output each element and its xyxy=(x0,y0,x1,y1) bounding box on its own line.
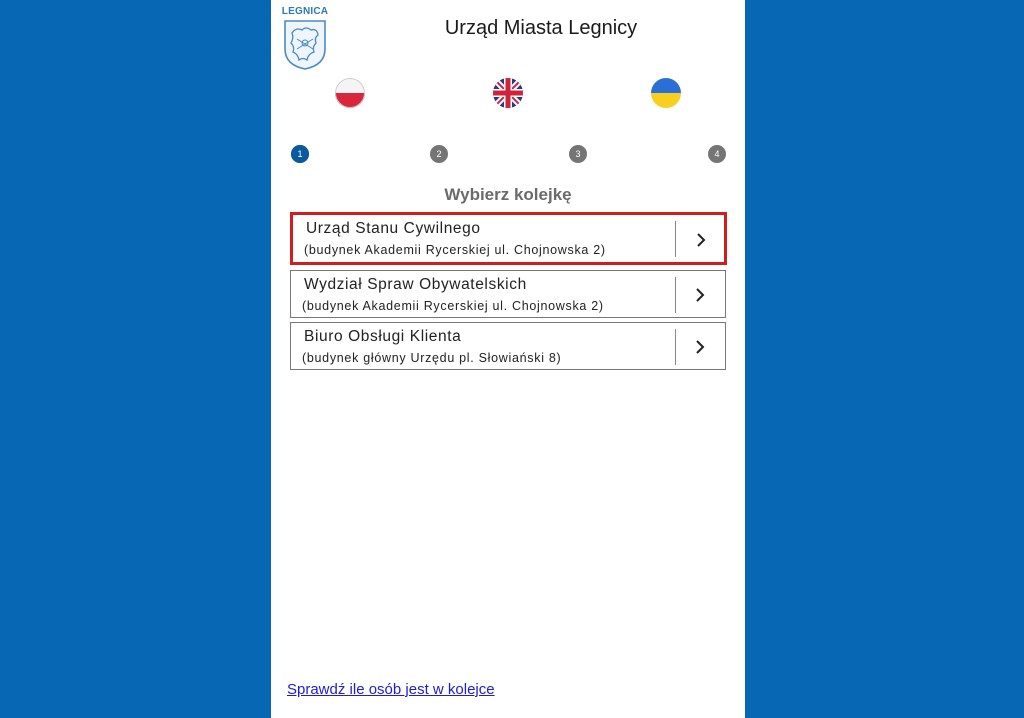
header: LEGNICA Urząd Miasta Legnicy xyxy=(271,0,745,70)
chevron-right-icon xyxy=(697,233,706,247)
queue-location: (budynek Akademii Rycerskiej ul. Chojnow… xyxy=(302,299,604,313)
language-en-button[interactable] xyxy=(493,78,523,108)
queue-divider xyxy=(675,221,676,257)
language-uk-button[interactable] xyxy=(651,78,681,108)
queue-divider xyxy=(675,329,676,365)
poland-flag-icon xyxy=(335,78,365,108)
queue-option-bok[interactable]: Biuro Obsługi Klienta (budynek główny Ur… xyxy=(290,322,726,370)
section-title: Wybierz kolejkę xyxy=(444,185,572,204)
step-4: 4 xyxy=(708,145,726,163)
chevron-right-icon xyxy=(696,340,705,354)
check-queue-count-link[interactable]: Sprawdź ile osób jest w kolejce xyxy=(287,681,495,698)
ukraine-flag-icon xyxy=(651,78,681,108)
coat-of-arms-icon xyxy=(284,20,326,70)
queue-divider xyxy=(675,277,676,313)
language-pl-button[interactable] xyxy=(335,78,365,108)
queue-name: Wydział Spraw Obywatelskich xyxy=(304,276,527,293)
step-1: 1 xyxy=(291,145,309,163)
uk-flag-icon xyxy=(493,78,523,108)
city-logo: LEGNICA xyxy=(281,6,329,70)
progress-steps: 1 2 3 4 xyxy=(271,145,745,165)
logo-text: LEGNICA xyxy=(281,6,329,17)
queue-name: Urząd Stanu Cywilnego xyxy=(306,220,481,237)
queue-location: (budynek główny Urzędu pl. Słowiański 8) xyxy=(302,351,562,365)
step-3: 3 xyxy=(569,145,587,163)
app-page: LEGNICA Urząd Miasta Legnicy 1 2 3 4 Wyb… xyxy=(271,0,745,718)
queue-location: (budynek Akademii Rycerskiej ul. Chojnow… xyxy=(304,243,606,257)
step-2: 2 xyxy=(430,145,448,163)
queue-option-wso[interactable]: Wydział Spraw Obywatelskich (budynek Aka… xyxy=(290,270,726,318)
queue-option-usc[interactable]: Urząd Stanu Cywilnego (budynek Akademii … xyxy=(290,212,727,265)
page-title: Urząd Miasta Legnicy xyxy=(444,17,638,39)
chevron-right-icon xyxy=(696,288,705,302)
queue-name: Biuro Obsługi Klienta xyxy=(304,328,462,345)
